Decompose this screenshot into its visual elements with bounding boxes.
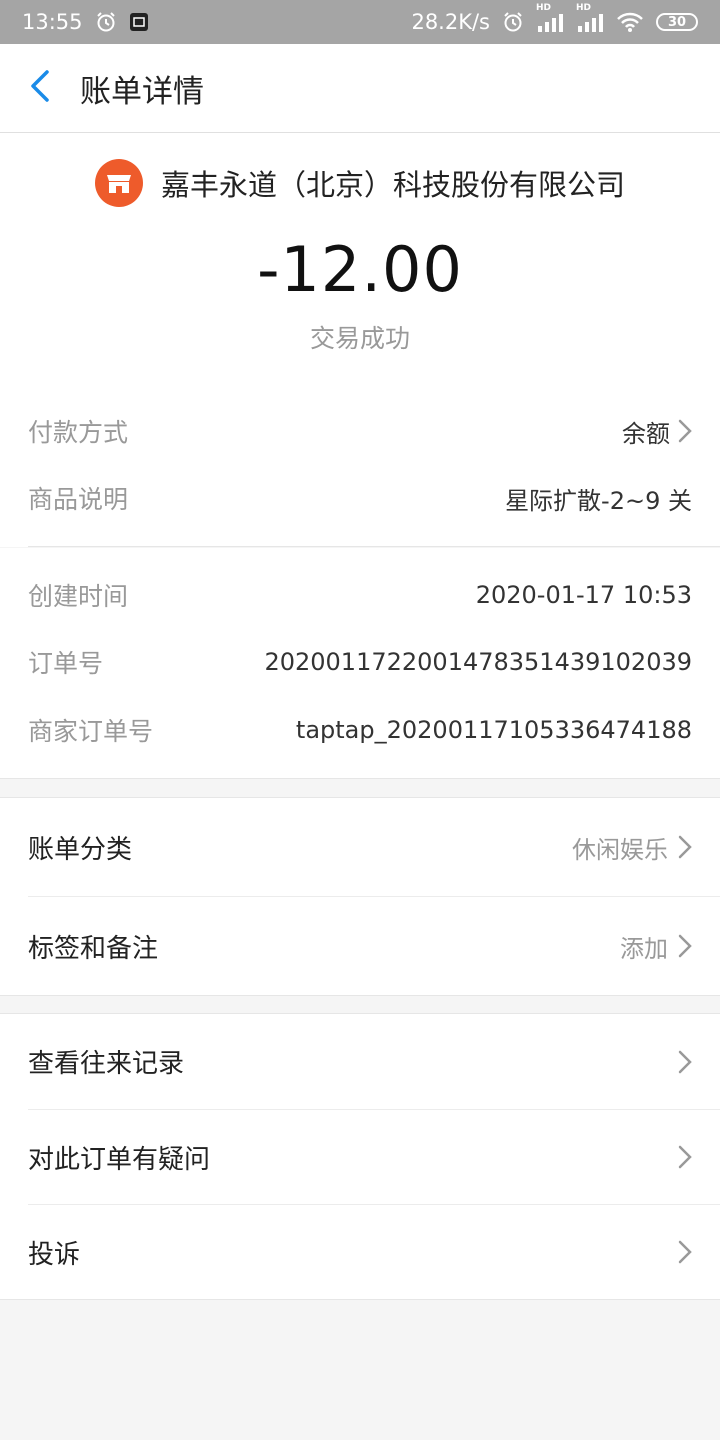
- page-title: 账单详情: [80, 73, 204, 110]
- created-time-value: 2020-01-17 10:53: [475, 581, 692, 609]
- chevron-right-icon: [678, 1240, 692, 1264]
- order-number-label: 订单号: [28, 649, 104, 678]
- amount: -12.00: [257, 233, 463, 306]
- bill-category-label: 账单分类: [28, 834, 133, 865]
- merchant-order-value: taptap_20200117105336474188: [295, 716, 692, 744]
- hd-label: HD: [536, 3, 552, 13]
- product-description-label: 商品说明: [28, 485, 129, 514]
- chevron-right-icon: [678, 835, 692, 859]
- created-time-row: 创建时间 2020-01-17 10:53: [28, 575, 692, 615]
- bill-category-value: 休闲娱乐: [572, 835, 668, 864]
- merchant-order-label: 商家订单号: [28, 717, 154, 746]
- payment-method-value-group: 余额: [622, 414, 692, 449]
- payment-method-value: 余额: [622, 419, 670, 448]
- divider: [28, 546, 720, 547]
- payment-method-label: 付款方式: [28, 418, 129, 447]
- bill-category-value-group: 休闲娱乐: [572, 830, 692, 865]
- merchant-order-row: 商家订单号 taptap_20200117105336474188: [28, 710, 692, 750]
- wifi-icon: [616, 11, 644, 33]
- alarm-clock-icon: [502, 11, 524, 33]
- shop-icon: [94, 159, 143, 207]
- tags-notes-value: 添加: [620, 934, 668, 963]
- network-speed: 28.2K/s: [411, 10, 490, 34]
- complaint-label: 投诉: [28, 1239, 81, 1270]
- product-description-row: 商品说明 星际扩散-2~9 关: [28, 478, 692, 518]
- order-number-value: 2020011722001478351439102039: [264, 648, 692, 676]
- order-question-label: 对此订单有疑问: [28, 1144, 211, 1175]
- tags-notes-item[interactable]: 标签和备注 添加: [0, 897, 720, 995]
- tags-notes-value-group: 添加: [620, 929, 692, 964]
- chevron-right-icon: [678, 1050, 692, 1074]
- product-description-value: 星际扩散-2~9 关: [505, 486, 692, 515]
- nav-bar: 账单详情: [0, 44, 720, 133]
- complaint-item[interactable]: 投诉: [0, 1205, 720, 1299]
- battery-indicator: 30: [656, 13, 698, 31]
- view-history-item[interactable]: 查看往来记录: [0, 1014, 720, 1109]
- status-bar: 13:55 28.2K/s HD HD 30: [0, 0, 720, 44]
- chevron-right-icon: [678, 1145, 692, 1169]
- status-time: 13:55: [22, 10, 83, 34]
- bill-details: 创建时间 2020-01-17 10:53 订单号 20200117220014…: [0, 548, 720, 779]
- view-history-label: 查看往来记录: [28, 1049, 185, 1079]
- merchant-header: 嘉丰永道（北京）科技股份有限公司: [0, 159, 720, 207]
- chevron-left-icon: [28, 69, 52, 107]
- bill-category-item[interactable]: 账单分类 休闲娱乐: [0, 798, 720, 896]
- back-button[interactable]: [0, 44, 80, 132]
- actions-card: 查看往来记录 对此订单有疑问 投诉: [0, 1013, 720, 1300]
- alarm-clock-icon: [95, 11, 117, 33]
- order-question-item[interactable]: 对此订单有疑问: [0, 1110, 720, 1204]
- chevron-right-icon: [678, 419, 692, 443]
- order-number-row: 订单号 2020011722001478351439102039: [28, 642, 692, 682]
- chevron-right-icon: [678, 934, 692, 958]
- category-card: 账单分类 休闲娱乐 标签和备注 添加: [0, 797, 720, 996]
- transaction-status: 交易成功: [309, 324, 410, 353]
- merchant-name: 嘉丰永道（北京）科技股份有限公司: [160, 168, 625, 202]
- hd-label: HD: [576, 3, 592, 13]
- payment-method-row[interactable]: 付款方式 余额: [28, 411, 692, 451]
- signal-bars-icon: HD: [536, 3, 564, 33]
- tags-notes-label: 标签和备注: [28, 933, 159, 964]
- bill-summary: 嘉丰永道（北京）科技股份有限公司 -12.00 交易成功 付款方式 余额 商品说…: [0, 133, 720, 547]
- screenshot-icon: [129, 12, 149, 32]
- created-time-label: 创建时间: [28, 582, 129, 611]
- signal-bars-icon: HD: [576, 3, 604, 33]
